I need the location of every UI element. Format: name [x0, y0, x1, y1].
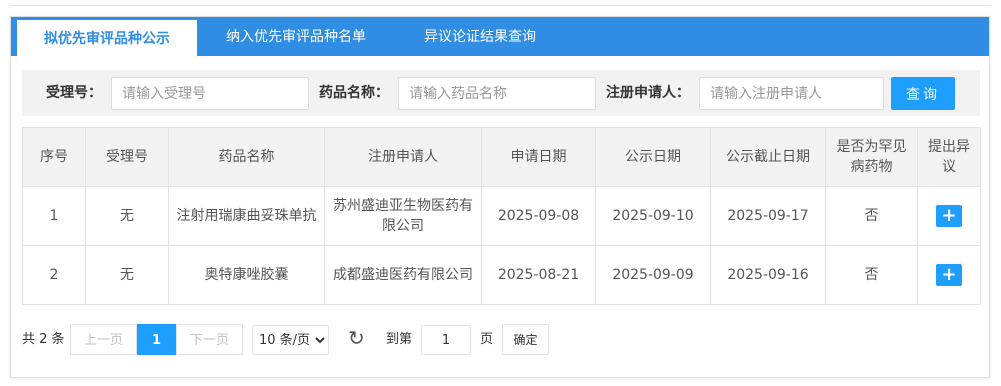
header-drug-name: 药品名称 — [168, 127, 325, 187]
cell-publish-date: 2025-09-10 — [595, 186, 711, 246]
header-no: 序号 — [22, 127, 86, 187]
tab-objection-results[interactable]: 异议论证结果查询 — [395, 17, 565, 56]
next-page-button[interactable]: 下一页 — [176, 324, 243, 355]
tab-proposed-priority-review[interactable]: 拟优先审评品种公示 — [17, 20, 197, 56]
cell-drug-name: 注射用瑞康曲妥珠单抗 — [168, 186, 325, 246]
cell-objection: + — [917, 186, 981, 246]
tab-bar: 拟优先审评品种公示 纳入优先审评品种名单 异议论证结果查询 — [11, 17, 989, 56]
cell-rare-disease: 否 — [825, 245, 918, 305]
applicant-label: 注册申请人： — [606, 85, 690, 101]
header-publish-date: 公示日期 — [595, 127, 711, 187]
header-applicant: 注册申请人 — [324, 127, 482, 187]
pagination: 共 2 条 上一页 1 下一页 10 条/页 ↻ 到第 页 确定 — [22, 324, 622, 356]
cell-acceptance-no: 无 — [85, 186, 169, 246]
acceptance-number-input[interactable] — [111, 77, 309, 110]
cell-applicant: 成都盛迪医药有限公司 — [324, 245, 482, 305]
cell-no: 2 — [22, 245, 86, 305]
applicant-input[interactable] — [699, 77, 884, 110]
top-divider — [10, 5, 991, 6]
table-row: 1 无 注射用瑞康曲妥珠单抗 苏州盛迪亚生物医药有限公司 2025-09-08 … — [22, 186, 981, 246]
cell-no: 1 — [22, 186, 86, 246]
header-rare-disease: 是否为罕见病药物 — [825, 127, 918, 187]
cell-apply-date: 2025-09-08 — [481, 186, 596, 246]
page-size-select[interactable]: 10 条/页 — [252, 325, 329, 355]
drug-name-label: 药品名称： — [319, 85, 389, 101]
table-header-row: 序号 受理号 药品名称 注册申请人 申请日期 公示日期 公示截止日期 是否为罕见… — [22, 127, 981, 187]
acceptance-number-label: 受理号： — [46, 85, 102, 101]
total-count: 共 2 条 — [22, 332, 65, 347]
cell-acceptance-no: 无 — [85, 245, 169, 305]
tab-priority-review-list[interactable]: 纳入优先审评品种名单 — [197, 17, 395, 56]
add-objection-button[interactable]: + — [936, 264, 962, 286]
refresh-icon[interactable]: ↻ — [348, 324, 370, 355]
prev-page-button[interactable]: 上一页 — [70, 324, 137, 355]
cell-deadline: 2025-09-17 — [710, 186, 826, 246]
cell-publish-date: 2025-09-09 — [595, 245, 711, 305]
cell-deadline: 2025-09-16 — [710, 245, 826, 305]
add-objection-button[interactable]: + — [936, 205, 962, 227]
header-deadline: 公示截止日期 — [710, 127, 826, 187]
main-panel: 拟优先审评品种公示 纳入优先审评品种名单 异议论证结果查询 受理号： 药品名称：… — [10, 16, 990, 378]
cell-objection: + — [917, 245, 981, 305]
page-unit-label: 页 — [480, 332, 494, 347]
results-table: 序号 受理号 药品名称 注册申请人 申请日期 公示日期 公示截止日期 是否为罕见… — [22, 127, 981, 305]
cell-drug-name: 奥特康唑胶囊 — [168, 245, 325, 305]
goto-confirm-button[interactable]: 确定 — [502, 324, 549, 355]
goto-page-input[interactable] — [421, 325, 471, 355]
header-apply-date: 申请日期 — [481, 127, 596, 187]
drug-name-input[interactable] — [398, 77, 596, 110]
header-acceptance-no: 受理号 — [85, 127, 169, 187]
cell-applicant: 苏州盛迪亚生物医药有限公司 — [324, 186, 482, 246]
header-objection: 提出异议 — [917, 127, 981, 187]
cell-rare-disease: 否 — [825, 186, 918, 246]
cell-apply-date: 2025-08-21 — [481, 245, 596, 305]
goto-label: 到第 — [386, 332, 413, 347]
search-bar: 受理号： 药品名称： 注册申请人： 查询 — [22, 70, 980, 116]
query-button[interactable]: 查询 — [891, 77, 955, 110]
table-row: 2 无 奥特康唑胶囊 成都盛迪医药有限公司 2025-08-21 2025-09… — [22, 245, 981, 305]
current-page-button[interactable]: 1 — [137, 324, 176, 355]
